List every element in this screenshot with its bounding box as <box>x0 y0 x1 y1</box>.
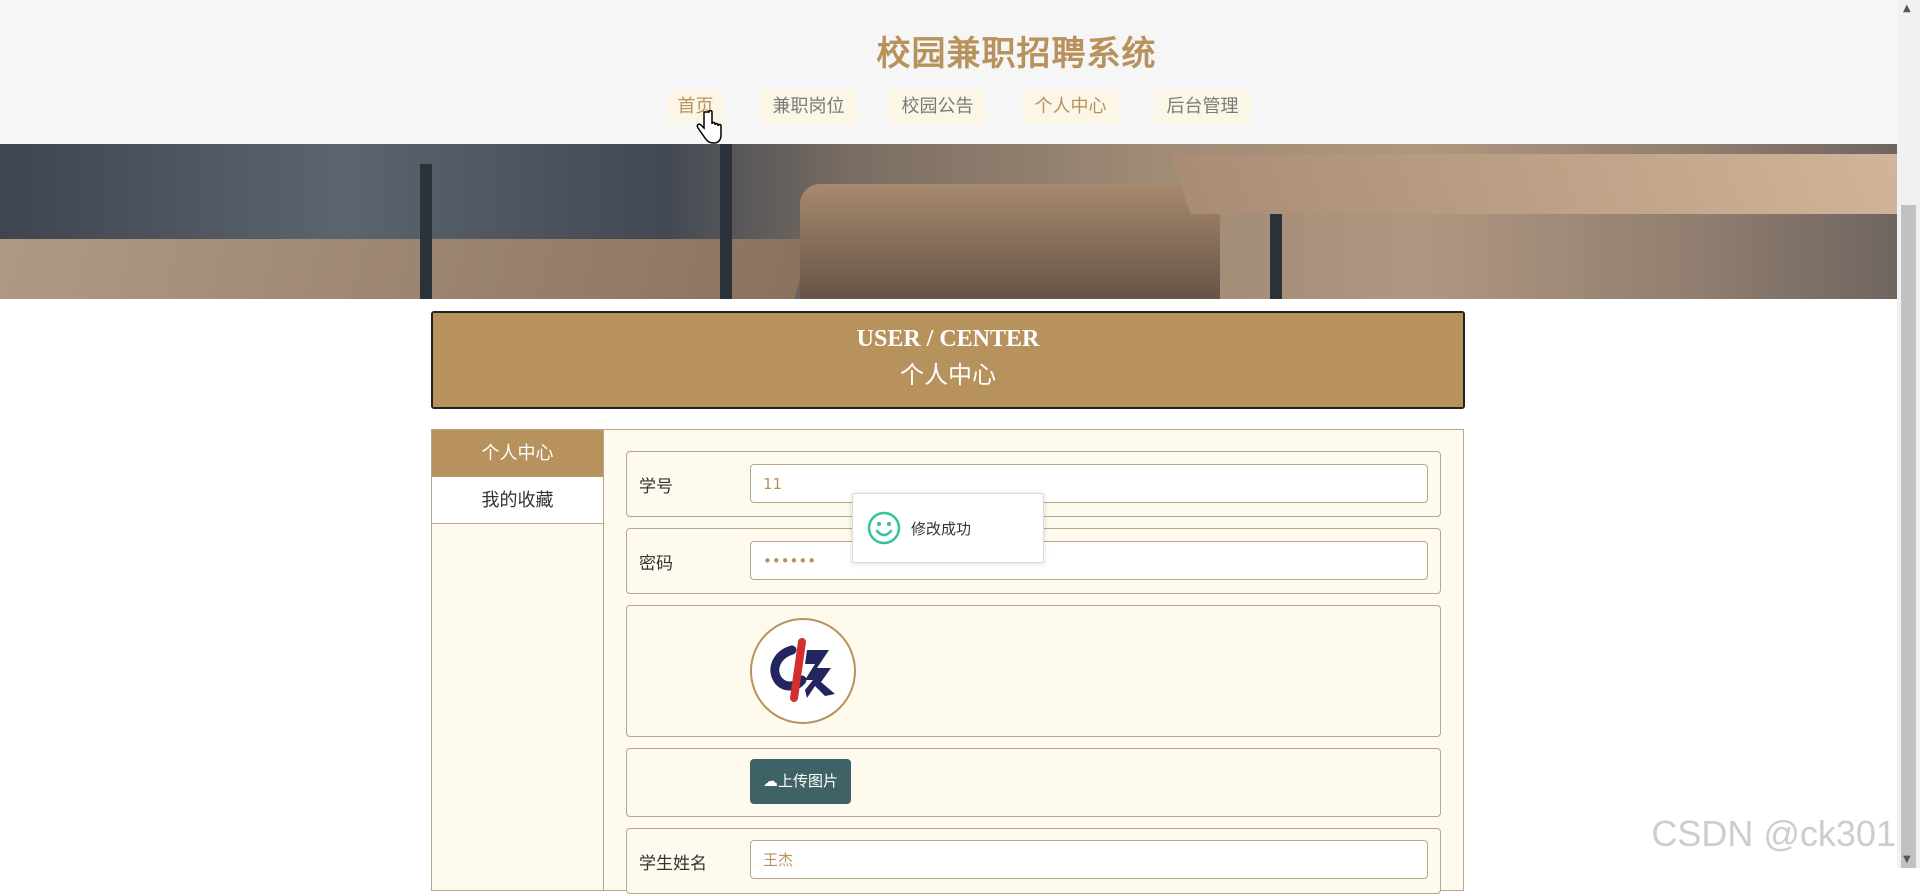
banner-image <box>0 144 1897 299</box>
sidebar-item-user-center[interactable]: 个人中心 <box>432 430 603 477</box>
nav-user-center[interactable]: 个人中心 <box>1022 90 1119 124</box>
hand-cursor-icon <box>696 110 722 144</box>
sidebar: 个人中心 我的收藏 <box>432 430 604 890</box>
watermark: CSDN @ck3018 <box>1651 813 1916 854</box>
upload-row: ☁上传图片 <box>626 748 1441 817</box>
logo-icon <box>770 638 835 702</box>
success-toast: 修改成功 <box>852 493 1044 563</box>
scrollbar-thumb[interactable] <box>1901 205 1916 868</box>
section-title-cn: 个人中心 <box>900 361 996 389</box>
site-title: 校园兼职招聘系统 <box>876 34 1157 74</box>
avatar <box>750 618 856 724</box>
password-label: 密码 <box>639 554 673 574</box>
toast-message: 修改成功 <box>911 520 972 538</box>
site-header: 校园兼职招聘系统 首页 兼职岗位 校园公告 个人中心 后台管理 <box>0 0 1897 144</box>
upload-button-label: 上传图片 <box>777 772 838 790</box>
student-name-label: 学生姓名 <box>639 854 707 874</box>
student-name-field[interactable]: 王杰 <box>750 840 1428 879</box>
student-name-row: 学生姓名 王杰 <box>626 828 1441 894</box>
student-id-label: 学号 <box>639 477 673 497</box>
section-title-en: USER / CENTER <box>856 326 1040 352</box>
cloud-upload-icon: ☁ <box>762 772 778 790</box>
avatar-row <box>626 605 1441 737</box>
upload-image-button[interactable]: ☁上传图片 <box>750 759 851 804</box>
main-nav: 首页 兼职岗位 校园公告 个人中心 后台管理 <box>0 90 1897 124</box>
nav-part-time-jobs[interactable]: 兼职岗位 <box>760 90 857 124</box>
nav-admin[interactable]: 后台管理 <box>1154 90 1251 124</box>
sidebar-item-my-favorites[interactable]: 我的收藏 <box>432 477 604 524</box>
nav-campus-notices[interactable]: 校园公告 <box>889 90 986 124</box>
smile-icon <box>867 511 901 545</box>
scroll-down-icon[interactable]: ▼ <box>1903 854 1911 865</box>
section-title-banner: USER / CENTER 个人中心 <box>431 311 1465 409</box>
vertical-scrollbar[interactable]: ▲ ▼ <box>1897 0 1920 868</box>
scroll-up-icon[interactable]: ▲ <box>1903 3 1911 14</box>
